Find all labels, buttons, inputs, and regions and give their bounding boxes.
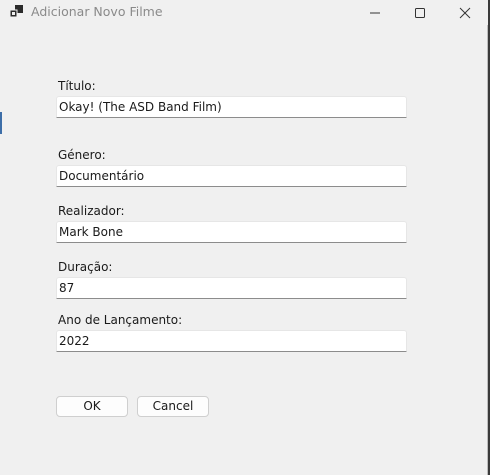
genre-input-value: Documentário [59, 169, 145, 183]
duration-input[interactable]: 87 [56, 277, 407, 299]
app-window-icon [10, 5, 23, 18]
maximize-icon [415, 7, 425, 18]
dialog-window: Adicionar Novo Filme Título: Okay! (The … [0, 0, 488, 475]
title-input[interactable]: Okay! (The ASD Band Film) [56, 96, 407, 118]
director-input-value: Mark Bone [59, 225, 123, 239]
minimize-icon [370, 12, 380, 13]
director-input[interactable]: Mark Bone [56, 221, 407, 243]
director-label: Realizador: [58, 204, 125, 218]
genre-label: Género: [58, 148, 106, 162]
minimize-button[interactable] [352, 0, 398, 25]
duration-label: Duração: [58, 260, 113, 274]
duration-input-value: 87 [59, 281, 75, 295]
title-input-value: Okay! (The ASD Band Film) [59, 100, 222, 114]
title-label: Título: [58, 79, 96, 93]
release-year-input-value: 2022 [59, 334, 90, 348]
close-button[interactable] [442, 0, 488, 25]
release-year-input[interactable]: 2022 [56, 330, 407, 352]
title-bar[interactable]: Adicionar Novo Filme [0, 0, 488, 25]
cancel-button[interactable]: Cancel [137, 396, 209, 417]
release-year-label: Ano de Lançamento: [58, 313, 183, 327]
window-title: Adicionar Novo Filme [31, 4, 163, 19]
close-icon [459, 7, 471, 18]
background-window-edge [0, 112, 2, 134]
maximize-button[interactable] [397, 0, 443, 25]
ok-button[interactable]: OK [56, 396, 128, 417]
genre-input[interactable]: Documentário [56, 165, 407, 187]
